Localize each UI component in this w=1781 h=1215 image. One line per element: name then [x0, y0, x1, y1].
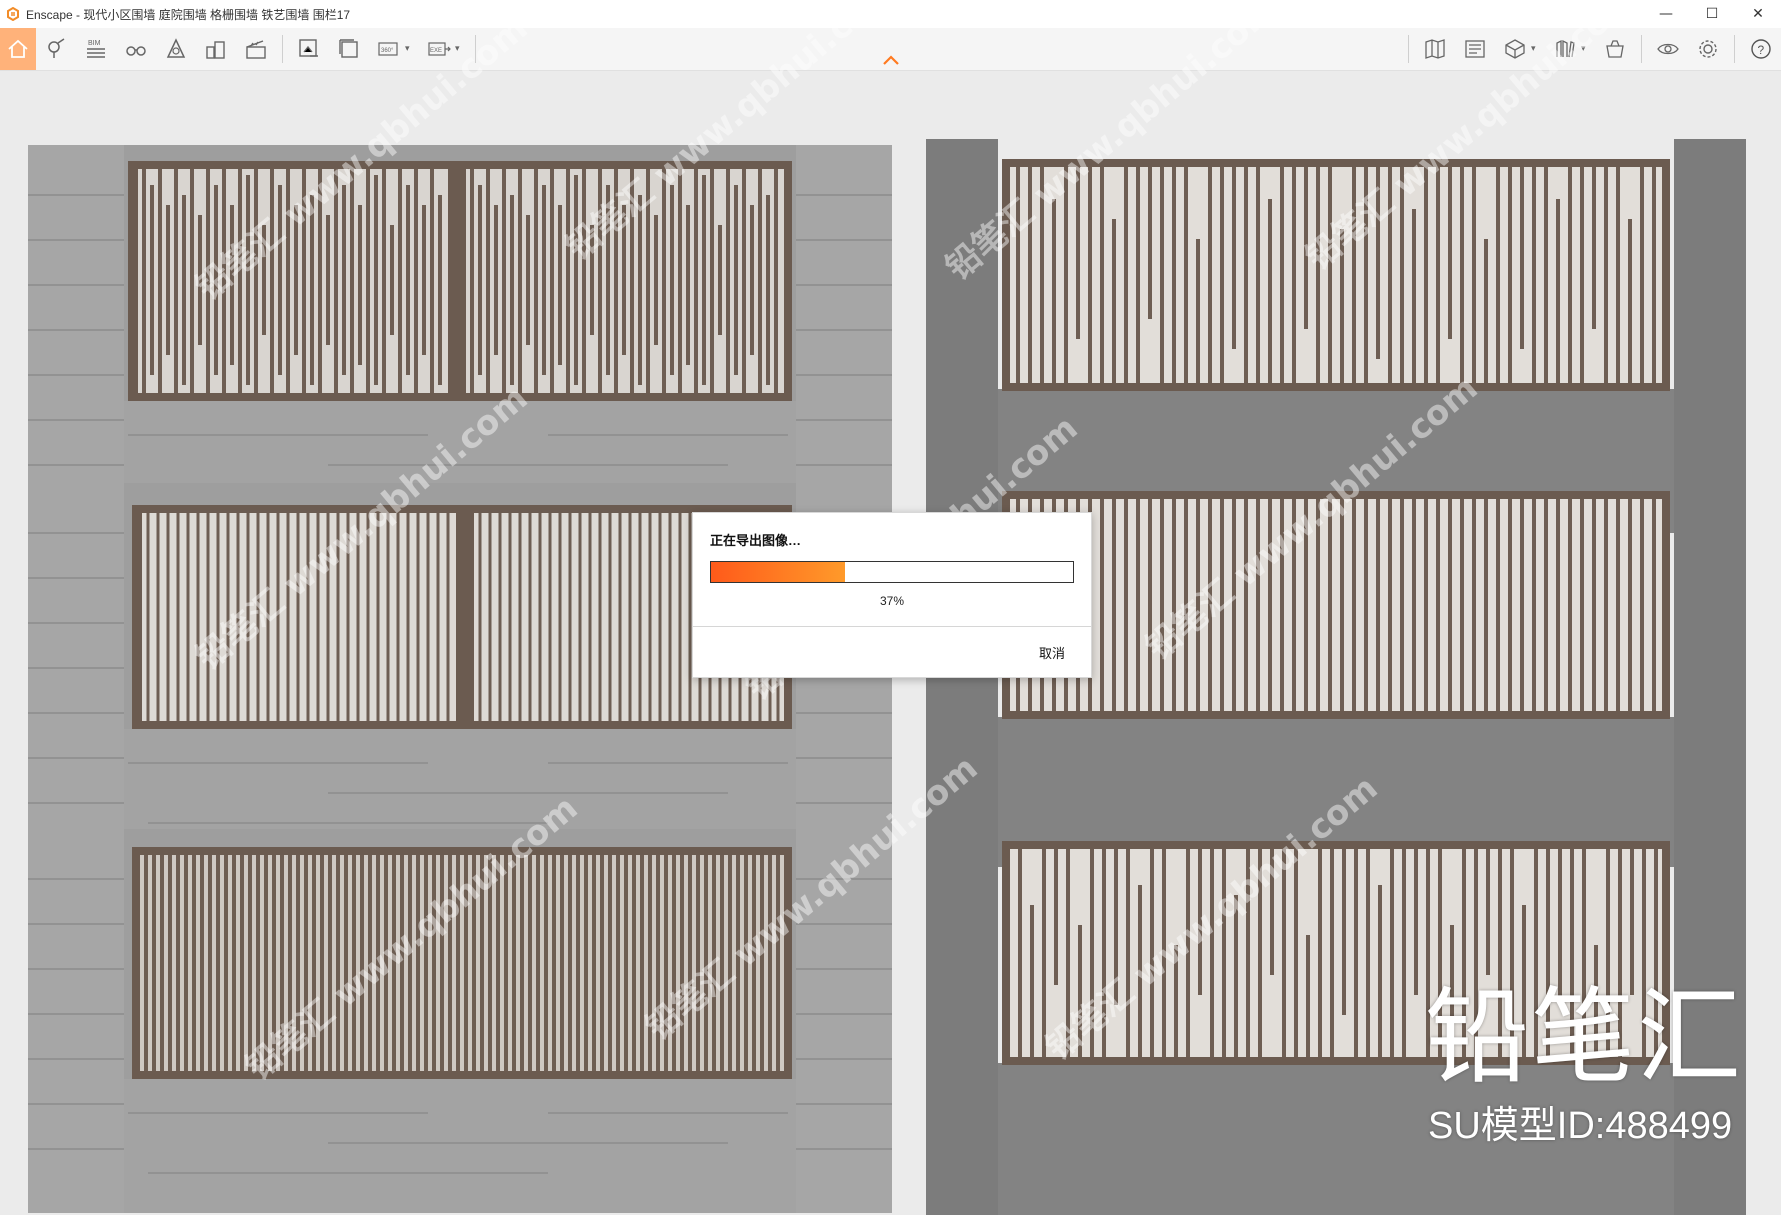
- map-icon: [1425, 39, 1445, 59]
- maximize-button[interactable]: ☐: [1689, 0, 1735, 28]
- asset-library-button[interactable]: [198, 31, 234, 67]
- buildings-icon: [206, 41, 225, 59]
- window-title: Enscape - 现代小区围墙 庭院围墙 格栅围墙 铁艺围墙 围栏17: [26, 7, 351, 22]
- bim-button[interactable]: BIM: [78, 31, 114, 67]
- binoculars-icon: [126, 46, 146, 56]
- home-icon: [8, 39, 28, 58]
- collapse-chevron-up-icon[interactable]: [881, 52, 901, 68]
- export-progress-dialog: 正在导出图像… 37% 取消: [692, 512, 1092, 678]
- exe-label: EXE: [430, 48, 442, 54]
- brand-watermark-logo: 铅笔汇: [1425, 976, 1744, 1098]
- bim-icon: BIM: [87, 40, 105, 58]
- help-icon: ?: [1751, 39, 1771, 59]
- map-button[interactable]: [1417, 31, 1453, 67]
- export-progress-fill: [711, 562, 845, 582]
- dialog-title: 正在导出图像…: [710, 533, 802, 548]
- window-controls: — ☐ ✕: [1643, 0, 1781, 28]
- clapper-icon: [246, 40, 266, 59]
- panorama-360-icon: 360°: [378, 42, 398, 56]
- batch-render-icon: [339, 39, 358, 58]
- help-button[interactable]: ?: [1743, 31, 1779, 67]
- visual-settings-button[interactable]: [1650, 31, 1686, 67]
- brand-watermark-id: SU模型ID:488499: [1428, 1105, 1733, 1147]
- toolbar-divider: [1641, 35, 1642, 63]
- batch-render-button[interactable]: [331, 31, 367, 67]
- views-button[interactable]: [38, 31, 74, 67]
- toolbar-divider: [1734, 35, 1735, 63]
- panorama-label: 360°: [381, 48, 394, 54]
- fence-render-1: [28, 145, 892, 533]
- walk-mode-button[interactable]: [118, 31, 154, 67]
- settings-gear-icon: [1699, 40, 1717, 58]
- export-progress-bar: [710, 561, 1074, 583]
- gallery-button[interactable]: [1457, 31, 1493, 67]
- cancel-button[interactable]: 取消: [1039, 643, 1065, 662]
- map-pin-icon: [48, 38, 65, 58]
- home-button[interactable]: [0, 28, 36, 70]
- eye-icon: [1657, 43, 1679, 55]
- gallery-icon: [1465, 40, 1485, 58]
- toolbar-divider: [282, 35, 283, 63]
- toolbar-divider: [1408, 35, 1409, 63]
- bim-label: BIM: [88, 40, 101, 47]
- dialog-divider: [693, 626, 1091, 627]
- minimize-button[interactable]: —: [1643, 0, 1689, 28]
- export-image-icon: [299, 39, 318, 57]
- video-editor-button[interactable]: [238, 31, 274, 67]
- enscape-logo-icon: [7, 7, 19, 21]
- atmosphere-button[interactable]: [158, 31, 194, 67]
- help-label: ?: [1758, 43, 1765, 57]
- panorama-button[interactable]: 360°: [371, 31, 407, 67]
- toolbar-left-group: BIM 360° ▾ EXE ▾: [0, 28, 482, 70]
- render-image-button[interactable]: [291, 31, 327, 67]
- close-button[interactable]: ✕: [1735, 0, 1781, 28]
- atmosphere-icon: [166, 38, 186, 58]
- settings-button[interactable]: [1690, 31, 1726, 67]
- progress-percent: 37%: [879, 594, 905, 608]
